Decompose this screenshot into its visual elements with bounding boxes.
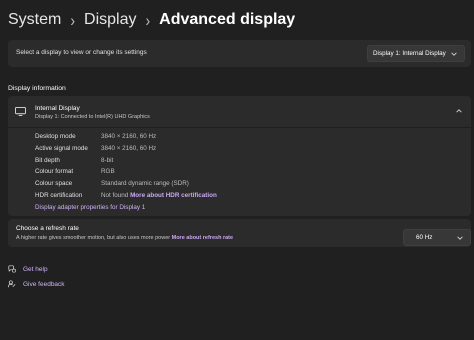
chevron-up-icon[interactable]	[455, 108, 463, 114]
breadcrumb: System › Display › Advanced display	[8, 8, 295, 32]
give-feedback-label: Give feedback	[23, 280, 65, 288]
refresh-rate-subtitle: A higher rate gives smoother motion, but…	[16, 235, 171, 241]
property-value: RGB	[101, 168, 115, 175]
hdr-value-group: Not found More about HDR certification	[101, 192, 217, 199]
display-select-card: Select a display to view or change its s…	[8, 40, 471, 67]
breadcrumb-separator: ›	[145, 10, 151, 30]
breadcrumb-display[interactable]: Display	[84, 8, 136, 32]
breadcrumb-separator: ›	[70, 10, 76, 30]
refresh-rate-value: 60 Hz	[416, 234, 433, 241]
display-info-header[interactable]: Internal Display Display 1: Connected to…	[8, 96, 471, 128]
property-label: Active signal mode	[35, 145, 88, 152]
get-help-label: Get help	[23, 265, 48, 273]
hdr-label: HDR certification	[35, 192, 83, 199]
refresh-rate-title: Choose a refresh rate	[16, 225, 79, 232]
page-title: Advanced display	[159, 11, 296, 28]
chevron-down-icon	[457, 236, 463, 240]
property-value: 8-bit	[101, 157, 114, 164]
feedback-icon	[8, 280, 16, 288]
property-label: Bit depth	[35, 157, 60, 164]
chevron-down-icon	[451, 52, 457, 56]
property-value: 3840 × 2160, 60 Hz	[101, 145, 157, 152]
refresh-rate-description: A higher rate gives smoother motion, but…	[16, 235, 233, 241]
get-help-link[interactable]: Get help	[8, 265, 48, 273]
display-select-label: Select a display to view or change its s…	[16, 49, 147, 56]
refresh-rate-dropdown[interactable]: 60 Hz	[403, 229, 471, 246]
give-feedback-link[interactable]: Give feedback	[8, 280, 65, 288]
property-label: Colour format	[35, 168, 74, 175]
property-label: Desktop mode	[35, 133, 76, 140]
property-label: Colour space	[35, 180, 73, 187]
display-subtitle: Display 1: Connected to Intel(R) UHD Gra…	[35, 114, 150, 120]
monitor-icon	[15, 107, 26, 116]
adapter-properties-link[interactable]: Display adapter properties for Display 1	[35, 204, 145, 211]
refresh-rate-link[interactable]: More about refresh rate	[172, 235, 233, 241]
display-select-dropdown[interactable]: Display 1: Internal Display	[367, 45, 465, 62]
section-title: Display information	[8, 85, 66, 92]
display-select-value: Display 1: Internal Display	[373, 50, 446, 57]
help-icon	[8, 265, 16, 273]
hdr-certification-link[interactable]: More about HDR certification	[130, 192, 217, 199]
hdr-value: Not found	[101, 192, 129, 199]
property-value: Standard dynamic range (SDR)	[101, 180, 189, 187]
breadcrumb-system[interactable]: System	[8, 8, 61, 32]
property-value: 3840 × 2160, 60 Hz	[101, 133, 157, 140]
display-name: Internal Display	[35, 105, 80, 112]
display-info-card: Internal Display Display 1: Connected to…	[8, 96, 471, 216]
refresh-rate-card: Choose a refresh rate A higher rate give…	[8, 219, 471, 247]
